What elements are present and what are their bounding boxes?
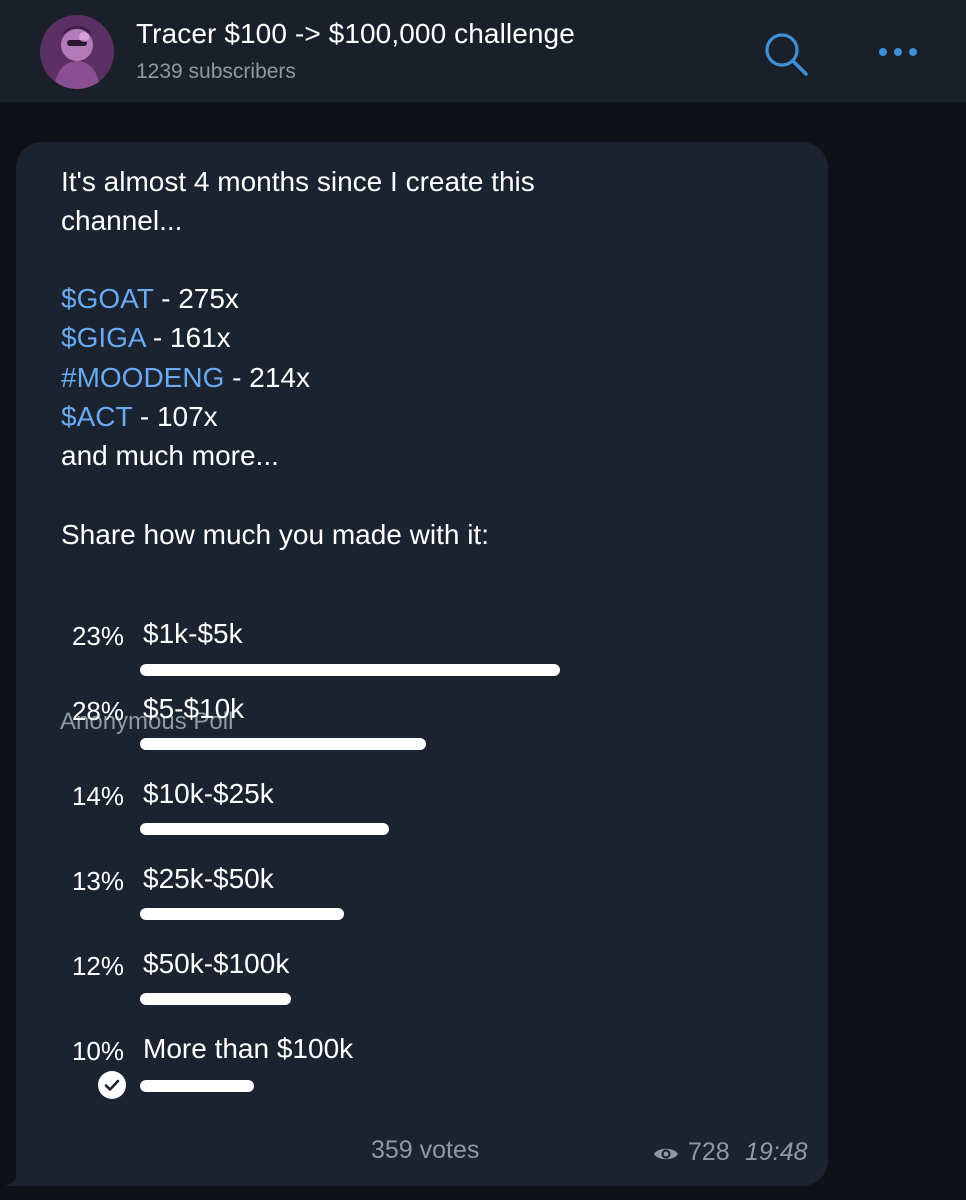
more-options-button[interactable] [872, 34, 924, 70]
search-icon [765, 33, 808, 76]
poll-option-voted[interactable]: 10% More than $100k [16, 1031, 828, 1101]
channel-title[interactable]: Tracer $100 -> $100,000 challenge [136, 18, 575, 50]
telegram-channel-screen: Tracer $100 -> $100,000 challenge 1239 s… [0, 0, 966, 1200]
token-tag-giga[interactable]: $GIGA [61, 322, 145, 353]
poll-option[interactable]: 14% $10k-$25k [16, 776, 828, 846]
message-bubble[interactable]: It's almost 4 months since I create this… [16, 142, 828, 1186]
poll-option-percent: 14% [71, 781, 124, 811]
poll-result-bar [140, 738, 426, 750]
poll-result-bar [140, 908, 344, 920]
poll-option-label: More than $100k [143, 1033, 354, 1064]
poll-result-bar [140, 993, 291, 1005]
poll-option-label: $50k-$100k [143, 948, 290, 979]
avatar-image [40, 15, 114, 89]
poll-option[interactable]: 28% $5-$10k [16, 691, 828, 761]
poll-result-bar [140, 823, 389, 835]
eye-icon [654, 1148, 678, 1160]
channel-avatar[interactable] [40, 15, 114, 89]
gain-line-giga: $GIGA - 161x [61, 322, 231, 354]
checkmark-icon [98, 1071, 126, 1099]
message-time: 19:48 [745, 1138, 808, 1166]
poll-total-votes[interactable]: 359 votes [371, 1136, 479, 1165]
gain-line-goat: $GOAT - 275x [61, 283, 239, 315]
gain-multiplier: - 275x [153, 283, 239, 314]
message-text-line: channel... [61, 205, 183, 236]
poll-option[interactable]: 12% $50k-$100k [16, 946, 828, 1016]
message-text-line: It's almost 4 months since I create this [61, 166, 535, 197]
token-tag-act[interactable]: $ACT [61, 401, 132, 432]
poll-option-percent: 12% [71, 951, 124, 981]
poll-option-label: $25k-$50k [143, 863, 274, 894]
view-count: 728 [688, 1138, 730, 1166]
poll-option-percent: 13% [71, 866, 124, 896]
more-horizontal-icon [879, 48, 917, 56]
poll-option[interactable]: 23% $1k-$5k [16, 616, 828, 686]
poll-option-percent: 10% [71, 1036, 124, 1066]
message-text-line: and much more... [61, 440, 279, 471]
search-button[interactable] [760, 28, 812, 80]
token-tag-goat[interactable]: $GOAT [61, 283, 153, 314]
poll-result-bar [140, 1080, 254, 1092]
poll-option-percent: 23% [71, 621, 124, 651]
gain-multiplier: - 214x [224, 362, 310, 393]
poll-option[interactable]: 13% $25k-$50k [16, 861, 828, 931]
gain-line-act: $ACT - 107x [61, 401, 218, 433]
subscriber-count: 1239 subscribers [136, 60, 296, 83]
chat-header: Tracer $100 -> $100,000 challenge 1239 s… [0, 0, 966, 103]
poll-question: Share how much you made with it: [61, 519, 489, 550]
gain-line-moodeng: #MOODENG - 214x [61, 362, 310, 394]
gain-multiplier: - 161x [145, 322, 231, 353]
poll-option-label: $1k-$5k [143, 618, 243, 649]
poll-result-bar [140, 664, 560, 676]
poll-option-label: $10k-$25k [143, 778, 274, 809]
gain-multiplier: - 107x [132, 401, 218, 432]
poll-option-percent: 28% [71, 696, 124, 726]
poll-option-label: $5-$10k [143, 693, 245, 724]
hashtag-moodeng[interactable]: #MOODENG [61, 362, 224, 393]
